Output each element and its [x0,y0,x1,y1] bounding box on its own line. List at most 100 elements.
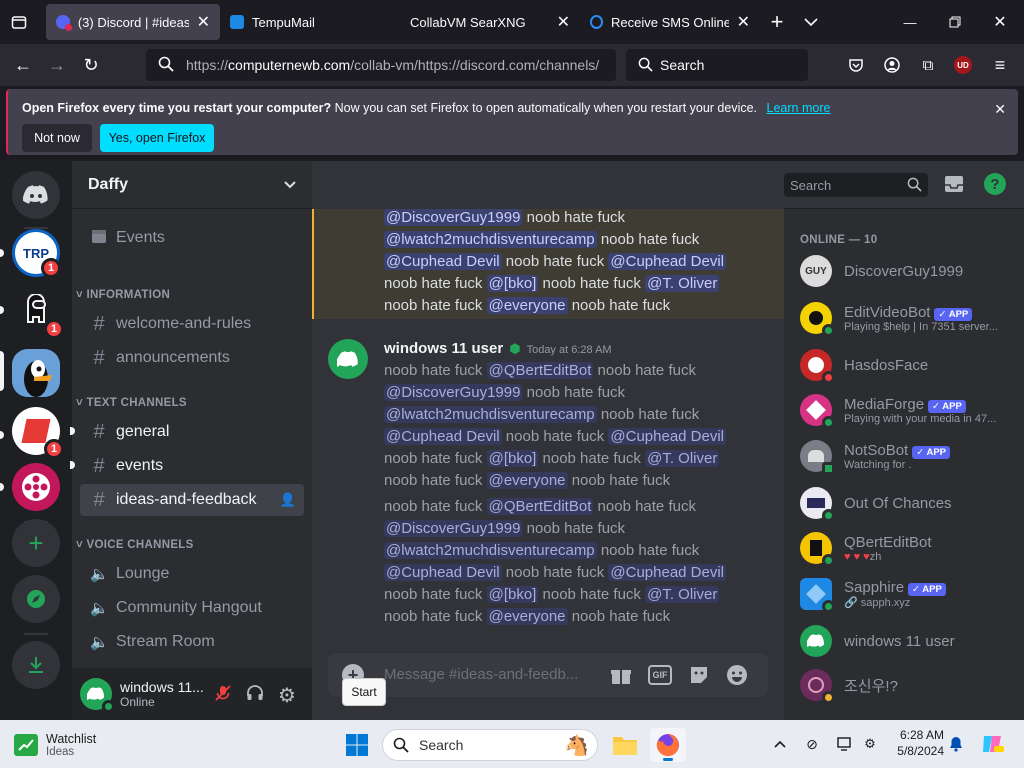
device-icon[interactable] [834,734,854,754]
member-item[interactable]: QBertEditBot ♥ ♥ ♥zh [792,527,1016,569]
chevron-down-icon[interactable] [794,4,828,40]
forward-arrow-icon[interactable]: → [40,50,74,80]
member-item[interactable]: windows 11 user [792,620,1016,662]
user-mention[interactable]: @[bko] [486,586,539,603]
user-mention[interactable]: @everyone [486,608,568,625]
not-now-button[interactable]: Not now [22,124,92,152]
user-mention[interactable]: @[bko] [486,450,539,467]
start-button[interactable] [340,728,374,762]
learn-more-link[interactable]: Learn more [767,101,831,115]
minimize-icon[interactable]: — [890,4,930,40]
user-mention[interactable]: @Cuphead Devil [608,564,727,581]
chevron-up-icon[interactable] [770,734,790,754]
category-information[interactable]: ˅ INFORMATION [76,289,170,301]
user-info[interactable]: windows 11... Online [120,679,204,709]
guild-red[interactable]: 1 [12,407,64,459]
avatar[interactable] [80,678,115,713]
tab-list-icon[interactable] [0,4,38,40]
channel-general[interactable]: # general [80,416,304,448]
user-mention[interactable]: @T. Oliver [645,275,720,292]
server-header[interactable]: Daffy [72,161,312,209]
user-mention[interactable]: @[bko] [486,275,539,292]
channel-ideas-and-feedback[interactable]: # ideas-and-feedback 👤 [80,484,304,516]
add-member-icon[interactable]: 👤 [280,492,296,508]
account-icon[interactable] [880,54,904,76]
author-name[interactable]: windows 11 user [384,340,503,357]
reload-icon[interactable]: ↻ [74,50,108,80]
user-mention[interactable]: @Cuphead Devil [608,428,727,445]
category-text-channels[interactable]: ˅ TEXT CHANNELS [76,397,187,409]
author-avatar[interactable] [328,339,368,379]
user-mention[interactable]: @Cuphead Devil [384,428,502,445]
network-off-icon[interactable]: ⊘ [802,734,822,754]
member-item[interactable]: HasdosFace [792,344,1016,386]
user-mention[interactable]: @everyone [486,472,568,489]
member-item[interactable]: Out Of Chances [792,482,1016,524]
search-field[interactable]: Search [626,49,808,81]
hamburger-menu-icon[interactable]: ≡ [988,54,1012,76]
pocket-icon[interactable] [844,54,868,76]
member-item[interactable]: Sapphire ✓ APP 🔗 sapph.xyz [792,573,1016,615]
mute-microphone-icon[interactable] [214,684,232,702]
sticker-icon[interactable] [688,664,710,686]
guild-trp[interactable]: TRP 1 [12,229,61,278]
taskbar-search[interactable]: Search 🐴 [382,729,598,761]
user-mention[interactable]: @Cuphead Devil [384,564,502,581]
close-icon[interactable]: ✕ [557,12,570,32]
channel-events[interactable]: # events [80,450,304,482]
gear-icon[interactable]: ⚙ [278,683,296,708]
help-icon[interactable]: ? [984,173,1006,195]
emoji-icon[interactable] [726,664,748,686]
copilot-icon[interactable] [978,730,1006,758]
user-mention[interactable]: @lwatch2muchdisventurecamp [384,406,597,423]
channel-welcome-and-rules[interactable]: # welcome-and-rules [80,308,304,340]
close-icon[interactable]: ✕ [994,101,1006,118]
voice-channel-stream-room[interactable]: 🔈 Stream Room [80,626,304,658]
user-mention[interactable]: @QBertEditBot [486,498,594,515]
user-mention[interactable]: @DiscoverGuy1999 [384,209,523,226]
user-mention[interactable]: @Cuphead Devil [384,253,502,270]
member-item[interactable]: MediaForge ✓ APP Playing with your media i… [792,389,1016,431]
window-close-icon[interactable]: ✕ [980,4,1020,40]
new-tab-icon[interactable]: + [760,4,794,40]
focus-icon[interactable]: ⚙ [860,734,880,754]
firefox-taskbar-icon[interactable] [650,728,686,762]
tab-tempumail[interactable]: TempuMail [220,4,400,40]
url-bar[interactable]: https://computernewb.com/collab-vm/https… [146,49,616,81]
voice-channel-lounge[interactable]: 🔈 Lounge [80,558,304,590]
file-explorer-icon[interactable] [608,728,642,762]
user-mention[interactable]: @DiscoverGuy1999 [384,384,523,401]
category-voice-channels[interactable]: ˅ VOICE CHANNELS [76,539,194,551]
gift-icon[interactable] [610,664,632,686]
user-mention[interactable]: @Cuphead Devil [608,253,727,270]
guild-among-us[interactable]: 1 [12,287,64,339]
add-server-icon[interactable]: + [12,519,60,567]
restore-icon[interactable] [935,4,975,40]
member-item[interactable]: GUY DiscoverGuy1999 [792,250,1016,292]
widgets-button[interactable]: Watchlist Ideas [14,728,134,762]
voice-channel-community-hangout[interactable]: 🔈 Community Hangout [80,592,304,624]
inbox-icon[interactable] [944,174,964,194]
explore-servers-icon[interactable] [12,575,60,623]
header-search-input[interactable]: Search [784,173,928,197]
user-mention[interactable]: @DiscoverGuy1999 [384,520,523,537]
user-mention[interactable]: @T. Oliver [645,450,720,467]
guild-daffy[interactable] [12,349,60,397]
tab-receive-sms[interactable]: Receive SMS Online - S ✕ [580,4,760,40]
yes-open-firefox-button[interactable]: Yes, open Firefox [100,124,214,152]
back-arrow-icon[interactable]: ← [6,50,40,80]
headphones-icon[interactable] [246,684,264,702]
notification-bell-icon[interactable] [946,734,966,754]
channel-announcements[interactable]: # announcements [80,342,304,374]
user-mention[interactable]: @T. Oliver [645,586,720,603]
gif-icon[interactable]: GIF [648,665,672,685]
events-item[interactable]: Events [80,222,304,254]
extensions-icon[interactable]: ⧉ [916,54,940,76]
close-icon[interactable]: ✕ [197,12,210,32]
member-item[interactable]: EditVideoBot ✓ APP Playing $help | In 7351… [792,297,1016,339]
user-mention[interactable]: @everyone [486,297,568,314]
user-mention[interactable]: @QBertEditBot [486,362,594,379]
user-mention[interactable]: @lwatch2muchdisventurecamp [384,231,597,248]
ublock-icon[interactable]: UD [954,56,972,74]
tab-discord[interactable]: (3) Discord | #ideas-and- ✕ [46,4,220,40]
